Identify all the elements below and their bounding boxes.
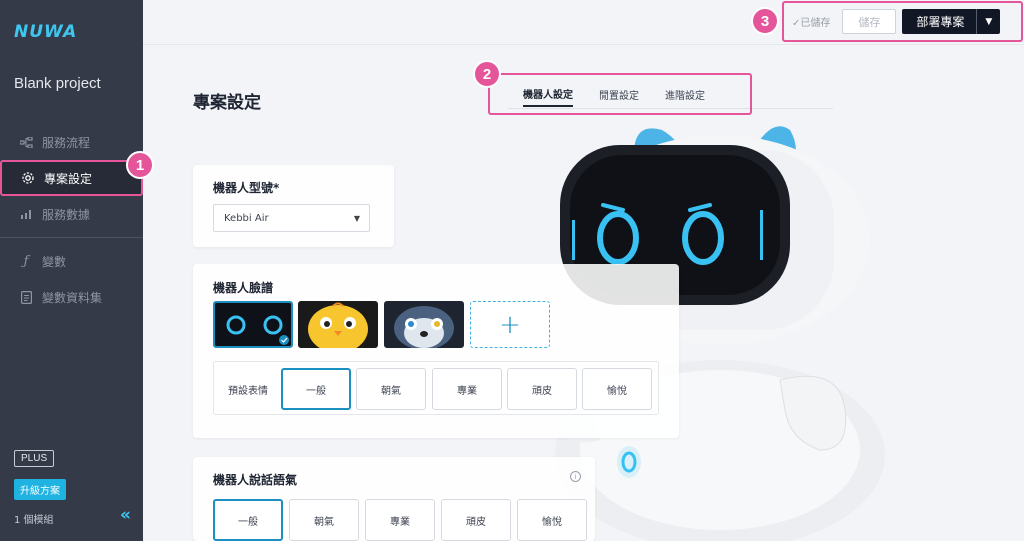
deploy-button[interactable]: 部署專案 ▼ [902, 9, 1001, 34]
tab-robot-settings[interactable]: 機器人設定 [523, 82, 573, 107]
robot-tone-title: 機器人說話語氣 [213, 473, 298, 487]
tone-chip-playful[interactable]: 頑皮 [441, 499, 511, 541]
chart-icon [18, 206, 34, 222]
sidebar: NUWA Blank project 服務流程 專案設定 服務數據 ƒ 變數 變… [0, 0, 143, 541]
upgrade-button[interactable]: 升級方案 [14, 479, 66, 500]
sidebar-item-service-flow[interactable]: 服務流程 [0, 124, 143, 160]
sidebar-item-label: 專案設定 [44, 171, 93, 186]
expression-chip-energetic[interactable]: 朝氣 [356, 368, 426, 410]
tone-chip-normal[interactable]: 一般 [213, 499, 283, 541]
expression-chip-professional[interactable]: 專業 [432, 368, 502, 410]
expression-chip-joyful[interactable]: 愉悅 [582, 368, 652, 410]
tone-chip-energetic[interactable]: 朝氣 [289, 499, 359, 541]
add-face-button[interactable]: + [470, 301, 550, 348]
callout-marker-2: 2 [473, 60, 501, 88]
sidebar-item-variable-datasets[interactable]: 變數資料集 [0, 279, 143, 315]
face-option-default[interactable] [213, 301, 293, 348]
robot-model-value: Kebbi Air [224, 212, 269, 224]
sidebar-item-label: 變數 [42, 254, 67, 269]
face-option-chick[interactable] [298, 301, 378, 348]
tone-chip-joyful[interactable]: 愉悅 [517, 499, 587, 541]
robot-model-title: 機器人型號* [213, 181, 280, 195]
robot-model-card: 機器人型號* Kebbi Air ▼ [193, 165, 394, 247]
save-button[interactable]: 儲存 [842, 9, 897, 34]
document-icon [18, 289, 34, 305]
robot-model-select[interactable]: Kebbi Air ▼ [213, 204, 370, 232]
face-option-husky[interactable] [384, 301, 464, 348]
sidebar-item-label: 變數資料集 [42, 290, 103, 305]
sidebar-item-variables[interactable]: ƒ 變數 [0, 243, 143, 279]
tab-advanced-settings[interactable]: 進階設定 [665, 83, 705, 106]
saved-status: ✓已儲存 [792, 18, 831, 29]
default-expression-label: 預設表情 [228, 386, 268, 397]
tone-chip-professional[interactable]: 專業 [365, 499, 435, 541]
collapse-sidebar-icon[interactable]: « [120, 505, 131, 525]
function-icon: ƒ [23, 253, 29, 269]
sidebar-divider [0, 237, 143, 238]
robot-face-card: 機器人臉譜 + 預設表情 一般 朝氣 專業 頑皮 愉悅 [193, 264, 679, 438]
module-count: 1 個模組 [14, 515, 54, 526]
sidebar-item-service-data[interactable]: 服務數據 [0, 196, 143, 232]
dropdown-arrow-icon: ▼ [353, 214, 360, 223]
gear-icon [20, 170, 36, 186]
robot-tone-card: 機器人說話語氣 i 一般 朝氣 專業 頑皮 愉悅 [193, 457, 595, 541]
page-title: 專案設定 [193, 93, 261, 113]
sidebar-item-label: 服務數據 [42, 207, 91, 222]
info-icon[interactable]: i [570, 471, 581, 482]
settings-tabs: 機器人設定 閒置設定 進階設定 [488, 73, 752, 115]
default-expression-box: 預設表情 一般 朝氣 專業 頑皮 愉悅 [213, 361, 659, 415]
deploy-button-label: 部署專案 [916, 15, 965, 29]
expression-chip-normal[interactable]: 一般 [281, 368, 351, 410]
callout-marker-1: 1 [126, 151, 154, 179]
chevron-down-icon[interactable]: ▼ [976, 9, 1000, 34]
sidebar-item-label: 服務流程 [42, 135, 91, 150]
expression-chip-playful[interactable]: 頑皮 [507, 368, 577, 410]
tab-idle-settings[interactable]: 閒置設定 [599, 83, 639, 106]
flow-icon [18, 134, 34, 150]
top-actions: ✓已儲存 儲存 部署專案 ▼ [782, 1, 1023, 42]
plan-badge: PLUS [14, 450, 55, 467]
nuwa-logo: NUWA [14, 22, 78, 42]
sidebar-item-project-settings[interactable]: 專案設定 [0, 160, 143, 196]
robot-face-title: 機器人臉譜 [213, 281, 274, 295]
callout-marker-3: 3 [751, 7, 779, 35]
project-name: Blank project [14, 75, 101, 92]
